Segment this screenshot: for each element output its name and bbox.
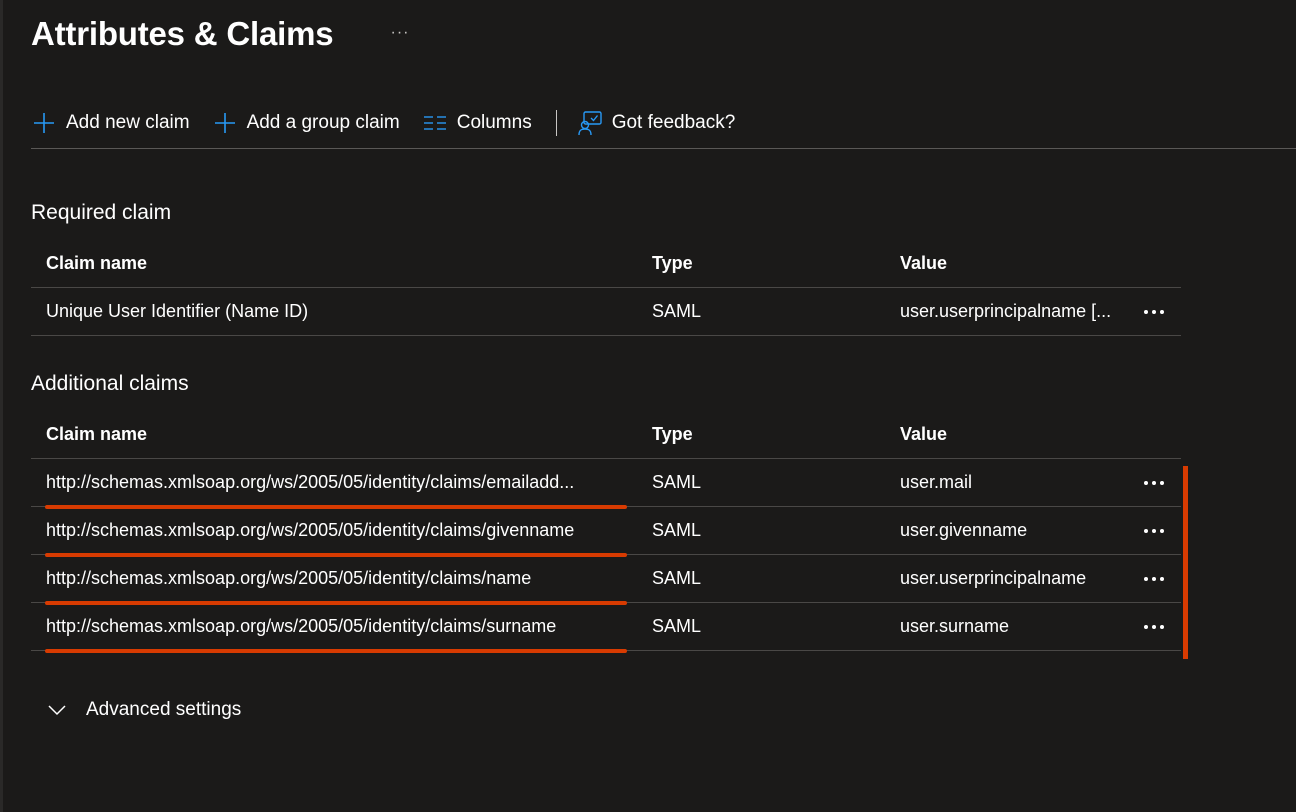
claim-value-cell: user.userprincipalname bbox=[900, 568, 1087, 588]
table-row[interactable]: http://schemas.xmlsoap.org/ws/2005/05/id… bbox=[31, 603, 1181, 653]
row-more-button[interactable] bbox=[1137, 615, 1171, 639]
table-row[interactable]: Unique User Identifier (Name ID) SAML us… bbox=[31, 288, 1181, 336]
columns-icon bbox=[422, 110, 448, 136]
table-row[interactable]: http://schemas.xmlsoap.org/ws/2005/05/id… bbox=[31, 507, 1181, 557]
page-title: Attributes & Claims bbox=[31, 15, 334, 52]
title-more-button[interactable]: ··· bbox=[387, 22, 413, 44]
required-claim-title: Required claim bbox=[31, 201, 172, 224]
table-header-row: Claim name Type Value bbox=[31, 411, 1181, 459]
claim-name-text: http://schemas.xmlsoap.org/ws/2005/05/id… bbox=[46, 472, 575, 492]
claim-type-cell: SAML bbox=[652, 301, 702, 321]
column-header-type[interactable]: Type bbox=[652, 411, 772, 458]
additional-claims-table: Claim name Type Value http://schemas.xml… bbox=[31, 411, 1181, 653]
advanced-settings-label: Advanced settings bbox=[86, 699, 242, 720]
table-header-row: Claim name Type Value bbox=[31, 240, 1181, 288]
claim-value-cell: user.surname bbox=[900, 616, 1010, 636]
chevron-down-icon bbox=[46, 699, 68, 721]
claim-name-text: http://schemas.xmlsoap.org/ws/2005/05/id… bbox=[46, 520, 575, 540]
more-icon bbox=[1144, 529, 1164, 533]
toolbar-separator bbox=[555, 110, 557, 136]
more-icon bbox=[1144, 481, 1164, 485]
feedback-icon bbox=[577, 110, 603, 136]
plus-icon bbox=[212, 110, 238, 136]
claim-name-cell: http://schemas.xmlsoap.org/ws/2005/05/id… bbox=[46, 555, 638, 602]
add-group-claim-label: Add a group claim bbox=[246, 112, 400, 133]
claim-name-cell: Unique User Identifier (Name ID) bbox=[46, 301, 309, 321]
column-header-claim-name[interactable]: Claim name bbox=[46, 240, 638, 287]
highlight-bracket bbox=[1183, 466, 1188, 659]
table-row[interactable]: http://schemas.xmlsoap.org/ws/2005/05/id… bbox=[31, 555, 1181, 605]
claim-value-cell: user.givenname bbox=[900, 520, 1028, 540]
column-header-value[interactable]: Value bbox=[900, 411, 1132, 458]
claim-type-cell: SAML bbox=[652, 520, 702, 540]
row-more-button[interactable] bbox=[1137, 471, 1171, 495]
claim-type-cell: SAML bbox=[652, 568, 702, 588]
more-icon bbox=[1144, 310, 1164, 314]
highlight-underline bbox=[45, 649, 627, 653]
add-group-claim-button[interactable]: Add a group claim bbox=[212, 104, 400, 142]
claim-value-cell: user.userprincipalname [... bbox=[900, 301, 1112, 321]
claim-type-cell: SAML bbox=[652, 616, 702, 636]
column-header-type[interactable]: Type bbox=[652, 240, 772, 287]
got-feedback-label: Got feedback? bbox=[611, 112, 736, 133]
add-new-claim-button[interactable]: Add new claim bbox=[31, 104, 190, 142]
row-more-button[interactable] bbox=[1137, 567, 1171, 591]
column-header-claim-name[interactable]: Claim name bbox=[46, 411, 638, 458]
plus-icon bbox=[31, 110, 57, 136]
columns-label: Columns bbox=[456, 112, 532, 133]
advanced-settings-toggle[interactable]: Advanced settings bbox=[46, 694, 241, 726]
attributes-claims-page: Attributes & Claims ··· Add new claim Ad… bbox=[0, 0, 1296, 812]
claim-name-text: http://schemas.xmlsoap.org/ws/2005/05/id… bbox=[46, 568, 532, 588]
more-icon bbox=[1144, 625, 1164, 629]
more-icon bbox=[1144, 577, 1164, 581]
add-new-claim-label: Add new claim bbox=[66, 112, 190, 133]
claim-name-text: http://schemas.xmlsoap.org/ws/2005/05/id… bbox=[46, 616, 557, 636]
claim-name-cell: http://schemas.xmlsoap.org/ws/2005/05/id… bbox=[46, 603, 638, 650]
column-header-value[interactable]: Value bbox=[900, 240, 1132, 287]
additional-claims-title: Additional claims bbox=[31, 372, 189, 395]
columns-button[interactable]: Columns bbox=[422, 104, 532, 142]
claim-type-cell: SAML bbox=[652, 472, 702, 492]
got-feedback-button[interactable]: Got feedback? bbox=[577, 104, 736, 142]
left-edge bbox=[0, 0, 3, 812]
row-more-button[interactable] bbox=[1137, 300, 1171, 324]
claim-value-cell: user.mail bbox=[900, 472, 973, 492]
command-bar: Add new claim Add a group claim Columns … bbox=[31, 104, 757, 142]
table-row[interactable]: http://schemas.xmlsoap.org/ws/2005/05/id… bbox=[31, 459, 1181, 509]
claim-name-cell: http://schemas.xmlsoap.org/ws/2005/05/id… bbox=[46, 507, 638, 554]
claim-name-cell: http://schemas.xmlsoap.org/ws/2005/05/id… bbox=[46, 459, 638, 506]
toolbar-divider bbox=[31, 148, 1296, 149]
row-more-button[interactable] bbox=[1137, 519, 1171, 543]
required-claim-table: Claim name Type Value Unique User Identi… bbox=[31, 240, 1181, 336]
